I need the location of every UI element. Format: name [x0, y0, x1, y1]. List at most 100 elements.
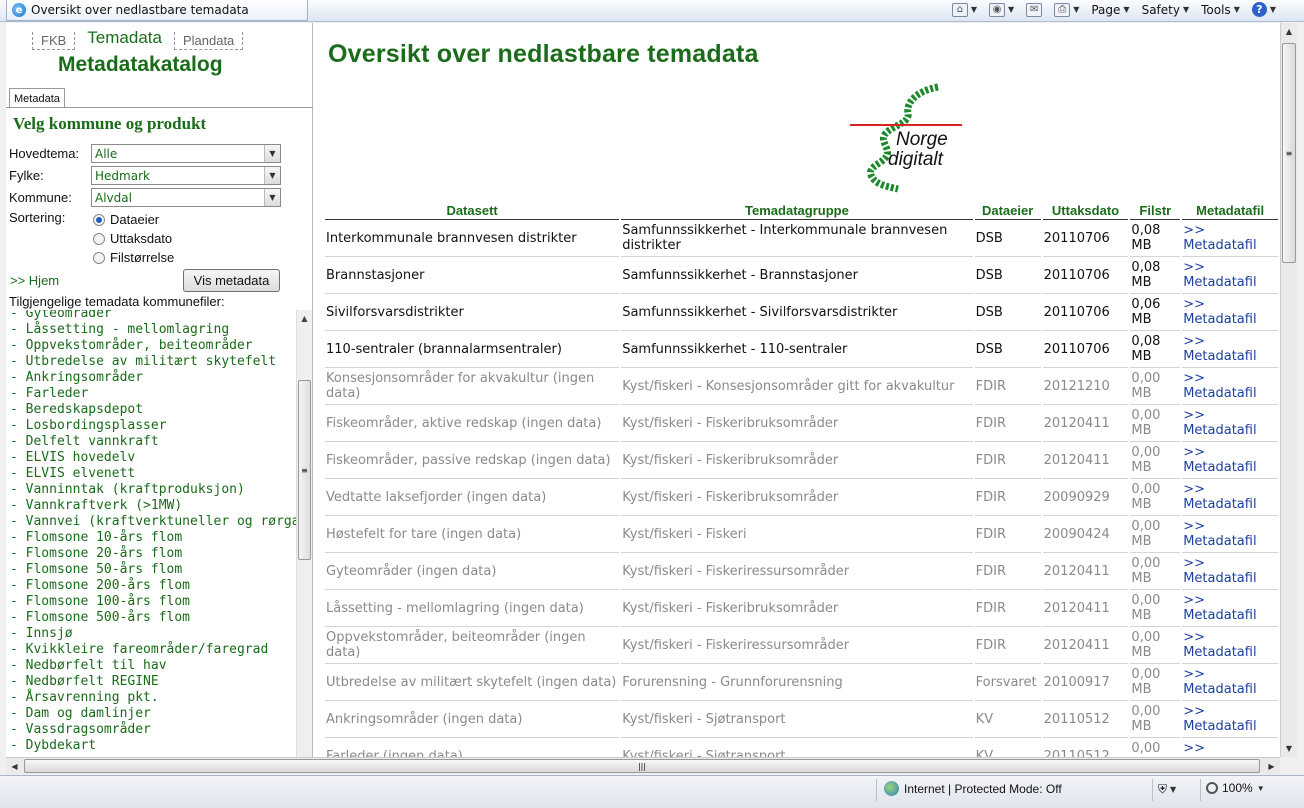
sort-option-filstorrelse[interactable]: Filstørrelse [93, 250, 174, 265]
page-menu[interactable]: Page ▼ [1091, 3, 1129, 17]
metadata-link-arrow[interactable]: >> [1183, 408, 1205, 423]
protected-mode-button[interactable]: ⛨ ▼ [1158, 782, 1176, 797]
metadata-link[interactable]: Metadatafil [1183, 312, 1256, 327]
scroll-up-icon[interactable]: ▲ [297, 310, 312, 326]
list-item[interactable]: - Dybdekart [10, 738, 295, 754]
tab-metadata[interactable]: Metadata [9, 88, 65, 108]
list-item[interactable]: - Flomsone 500-års flom [10, 610, 295, 626]
mail-button[interactable]: ✉ [1026, 2, 1043, 17]
list-item[interactable]: - Nedbørfelt til hav [10, 658, 295, 674]
table-row: Utbredelse av militært skytefelt (ingen … [325, 664, 1278, 701]
list-item[interactable]: - ELVIS elvenett [10, 466, 295, 482]
metadata-link[interactable]: Metadatafil [1183, 719, 1256, 734]
tab-plandata[interactable]: Plandata [173, 32, 244, 50]
home-button[interactable]: ⌂ ▼ [951, 2, 977, 17]
metadata-link-arrow[interactable]: >> [1183, 223, 1205, 238]
metadata-link[interactable]: Metadatafil [1183, 497, 1256, 512]
list-item[interactable]: - Delfelt vannkraft [10, 434, 295, 450]
scroll-up-icon[interactable]: ▲ [1281, 23, 1297, 40]
kommune-select[interactable]: Alvdal ▼ [91, 188, 281, 207]
metadata-link[interactable]: Metadatafil [1183, 571, 1256, 586]
list-item[interactable]: - ELVIS hovedelv [10, 450, 295, 466]
list-item[interactable]: - Vannkraftverk (>1MW) [10, 498, 295, 514]
owner-cell: KV [975, 738, 1041, 758]
list-item[interactable]: - Nedbørfelt REGINE [10, 674, 295, 690]
fylke-select[interactable]: Hedmark ▼ [91, 166, 281, 185]
dataset-cell: Ankringsområder (ingen data) [325, 701, 620, 738]
metadata-link-arrow[interactable]: >> [1183, 260, 1205, 275]
metadata-link-arrow[interactable]: >> [1183, 445, 1205, 460]
feeds-button[interactable]: ◉ ▼ [989, 2, 1014, 17]
security-zone[interactable]: Internet | Protected Mode: Off [884, 781, 1062, 796]
file-list-scrollbar[interactable]: ▲ ≡ [296, 310, 312, 757]
list-item[interactable]: - Vanninntak (kraftproduksjon) [10, 482, 295, 498]
zoom-control[interactable]: 100% ▼ [1206, 781, 1265, 795]
list-item[interactable]: - Årsavrenning pkt. [10, 690, 295, 706]
list-item[interactable]: - Utbredelse av militært skytefelt [10, 354, 295, 370]
metadata-cell: >>Metadatafil [1182, 516, 1278, 553]
metadata-link[interactable]: Metadatafil [1183, 534, 1256, 549]
scroll-left-icon[interactable]: ◀ [6, 758, 23, 774]
print-button[interactable]: ⎙ ▼ [1054, 2, 1079, 17]
date-cell: 20110512 [1043, 738, 1129, 758]
metadata-link[interactable]: Metadatafil [1183, 608, 1256, 623]
metadata-link-arrow[interactable]: >> [1183, 741, 1205, 756]
show-metadata-button[interactable]: Vis metadata [183, 269, 280, 292]
metadata-link-arrow[interactable]: >> [1183, 334, 1205, 349]
list-item[interactable]: - Beredskapsdepot [10, 402, 295, 418]
list-item[interactable]: - Låssetting - mellomlagring [10, 322, 295, 338]
sort-option-dataeier[interactable]: Dataeier [93, 212, 159, 227]
help-menu[interactable]: ? ▼ [1251, 2, 1276, 17]
list-item[interactable]: - Farleder [10, 386, 295, 402]
list-item[interactable]: - Flomsone 100-års flom [10, 594, 295, 610]
page-horizontal-scrollbar[interactable]: ◀ ||| ▶ [6, 757, 1280, 774]
scroll-right-icon[interactable]: ▶ [1263, 758, 1280, 774]
list-item[interactable]: - Innsjø [10, 626, 295, 642]
list-item[interactable]: - Kvikkleire fareområder/faregrad [10, 642, 295, 658]
metadata-link[interactable]: Metadatafil [1183, 349, 1256, 364]
metadata-link[interactable]: Metadatafil [1183, 275, 1256, 290]
scroll-thumb[interactable]: ≡ [298, 380, 311, 560]
tools-menu[interactable]: Tools ▼ [1201, 3, 1240, 17]
table-row: Ankringsområder (ingen data) Kyst/fiskeri… [325, 701, 1278, 738]
tab-fkb[interactable]: FKB [32, 32, 76, 50]
metadata-link-arrow[interactable]: >> [1183, 519, 1205, 534]
list-item[interactable]: - Flomsone 20-års flom [10, 546, 295, 562]
browser-tab[interactable]: e Oversikt over nedlastbare temadata [6, 0, 308, 21]
metadata-link-arrow[interactable]: >> [1183, 704, 1205, 719]
metadata-link[interactable]: Metadatafil [1183, 386, 1256, 401]
owner-cell: FDIR [974, 479, 1041, 516]
metadata-link-arrow[interactable]: >> [1183, 556, 1205, 571]
tab-temadata[interactable]: Temadata [75, 26, 174, 50]
metadata-link-arrow[interactable]: >> [1183, 297, 1205, 312]
metadata-link-arrow[interactable]: >> [1183, 630, 1205, 645]
scroll-thumb[interactable]: ≡ [1282, 43, 1296, 263]
metadata-link[interactable]: Metadatafil [1183, 460, 1256, 475]
safety-menu[interactable]: Safety ▼ [1142, 3, 1190, 17]
page-vertical-scrollbar[interactable]: ▲ ≡ ▼ [1280, 23, 1297, 757]
list-item[interactable]: - Losbordingsplasser [10, 418, 295, 434]
list-item[interactable]: - Flomsone 50-års flom [10, 562, 295, 578]
list-item[interactable]: - Flomsone 200-års flom [10, 578, 295, 594]
list-item[interactable]: - Ankringsområder [10, 370, 295, 386]
metadata-link-arrow[interactable]: >> [1183, 593, 1205, 608]
metadata-link[interactable]: Metadatafil [1183, 682, 1256, 697]
list-item[interactable]: - Vassdragsområder [10, 722, 295, 738]
metadata-link-arrow[interactable]: >> [1183, 371, 1205, 386]
metadata-link[interactable]: Metadatafil [1183, 423, 1256, 438]
list-item[interactable]: - Vannvei (kraftverktuneller og rørgater… [10, 514, 312, 530]
metadata-link-arrow[interactable]: >> [1183, 667, 1205, 682]
list-item[interactable]: - Oppvekstområder, beiteområder [10, 338, 295, 354]
home-link[interactable]: >> Hjem [10, 273, 59, 288]
scroll-down-icon[interactable]: ▼ [1281, 740, 1297, 757]
sort-option-uttaksdato[interactable]: Uttaksdato [93, 231, 172, 246]
list-item[interactable]: - Flomsone 10-års flom [10, 530, 295, 546]
metadata-link-arrow[interactable]: >> [1183, 482, 1205, 497]
metadata-link[interactable]: Metadatafil [1183, 238, 1256, 253]
metadata-link[interactable]: Metadatafil [1183, 645, 1256, 660]
list-item[interactable]: - Dam og damlinjer [10, 706, 295, 722]
scroll-thumb[interactable]: ||| [24, 759, 1260, 773]
hovedtema-select[interactable]: Alle ▼ [91, 144, 281, 163]
list-item[interactable]: - Gyteområder [10, 310, 295, 322]
size-cell: 0,00 MB [1130, 368, 1181, 405]
